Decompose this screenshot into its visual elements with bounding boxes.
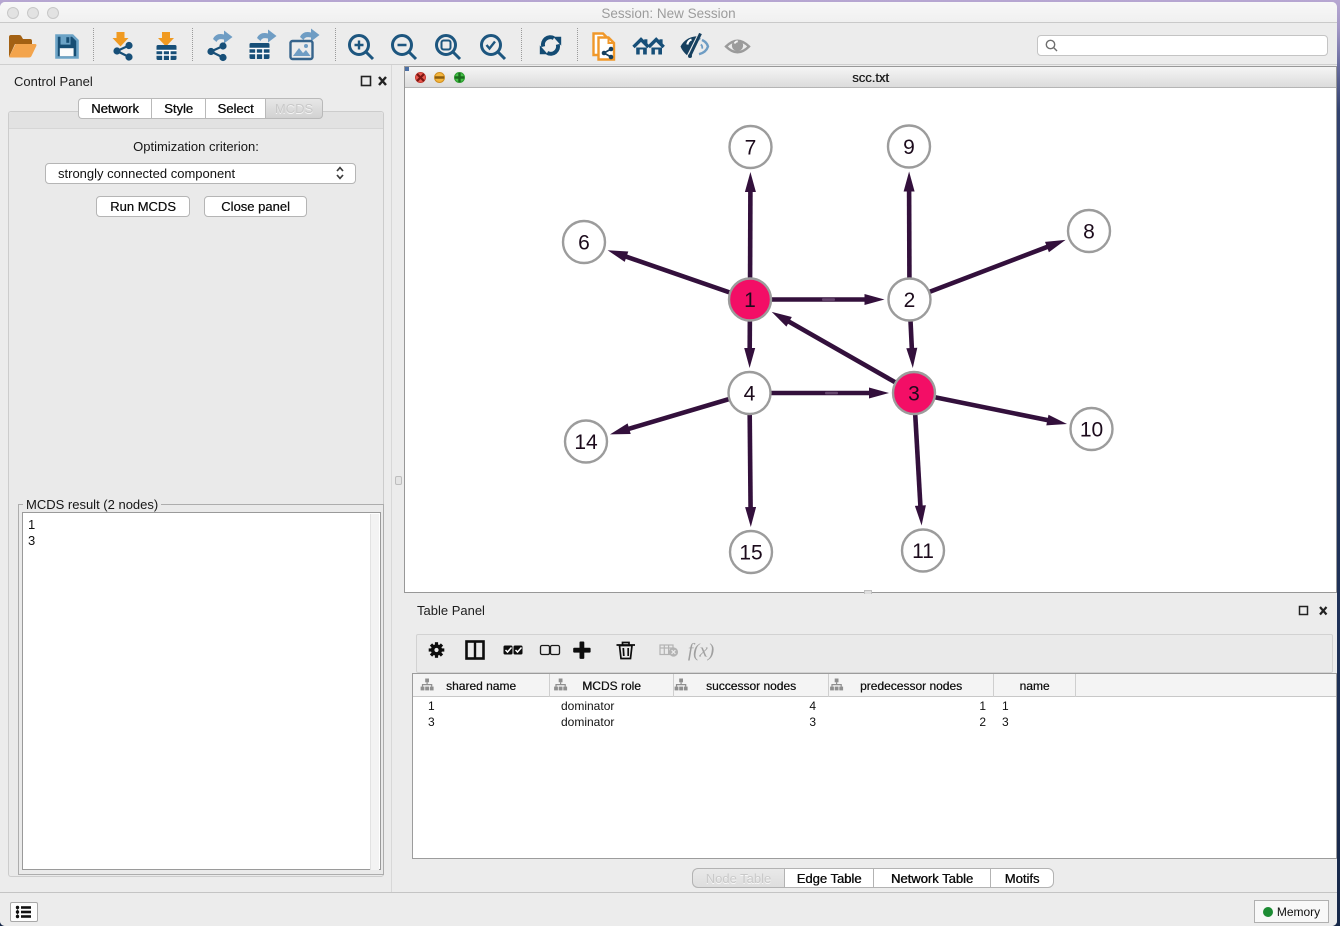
- svg-text:11: 11: [912, 540, 934, 563]
- svg-text:4: 4: [744, 383, 756, 406]
- svg-text:3: 3: [908, 383, 920, 406]
- svg-text:14: 14: [574, 431, 598, 454]
- svg-text:7: 7: [745, 137, 757, 160]
- svg-text:9: 9: [903, 136, 915, 159]
- svg-text:15: 15: [739, 542, 762, 565]
- svg-text:10: 10: [1080, 419, 1103, 442]
- svg-text:6: 6: [578, 232, 590, 255]
- svg-text:1: 1: [744, 289, 756, 312]
- svg-text:f(x): f(x): [688, 641, 714, 662]
- svg-text:8: 8: [1083, 221, 1095, 244]
- svg-text:2: 2: [904, 289, 916, 312]
